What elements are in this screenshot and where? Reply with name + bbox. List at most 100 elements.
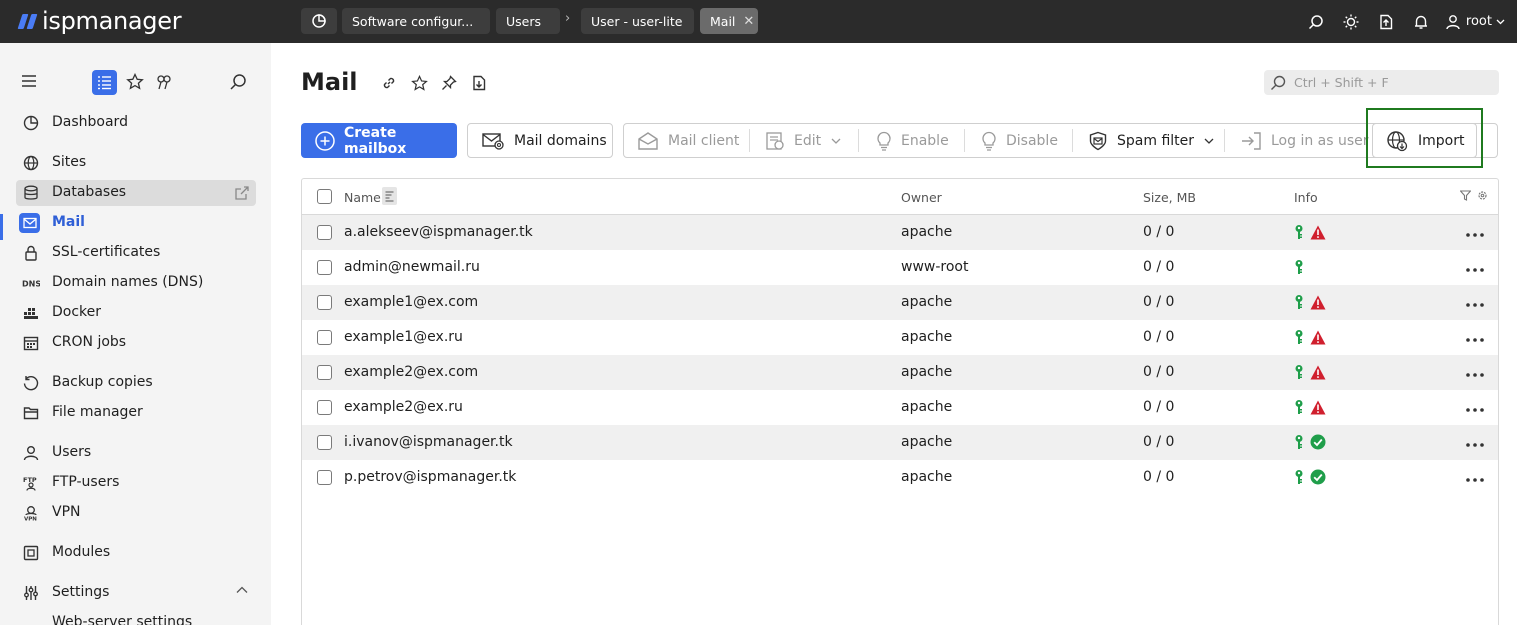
mail-client-button[interactable]: Mail client [637,124,739,157]
star-icon[interactable] [404,73,434,93]
tab-user-lite[interactable]: User - user-lite [581,8,694,34]
check-circle-icon[interactable] [1310,434,1326,450]
history-button[interactable] [301,8,337,34]
row-checkbox[interactable] [317,435,332,450]
column-header-name[interactable]: Name [344,190,381,205]
tab-users[interactable]: Users [496,8,560,34]
import-button[interactable]: Import [1372,123,1477,158]
row-checkbox[interactable] [317,260,332,275]
sidebar-item-docker[interactable]: Docker [0,300,271,326]
key-icon [1294,434,1304,450]
ispmanager-logo[interactable]: ispmanager [16,7,182,35]
sidebar-item-cron-jobs[interactable]: CRON jobs [0,330,271,356]
disable-button[interactable]: Disable [981,124,1058,157]
table-row[interactable]: example2@ex.com apache 0 / 0 [302,355,1498,390]
cell-name[interactable]: example2@ex.com [344,364,478,380]
sidebar-item-vpn[interactable]: VPN VPN [0,500,271,526]
menu-icon[interactable] [20,73,38,89]
cell-name[interactable]: i.ivanov@ispmanager.tk [344,434,513,450]
select-all-checkbox[interactable] [317,189,332,204]
sidebar-item-ftp-users[interactable]: FTP FTP-users [0,470,271,496]
cell-owner: apache [901,329,953,345]
sidebar-item-users[interactable]: Users [0,440,271,466]
bell-icon[interactable] [1404,0,1439,43]
pin-icon[interactable] [434,73,464,93]
more-options-icon[interactable] [1466,400,1484,416]
export-icon[interactable] [1369,0,1404,43]
cell-name[interactable]: a.alekseev@ispmanager.tk [344,224,533,240]
sidebar-item-backup-copies[interactable]: Backup copies [0,370,271,396]
table-row[interactable]: example1@ex.com apache 0 / 0 [302,285,1498,320]
search-icon[interactable] [229,73,247,91]
cell-name[interactable]: example1@ex.ru [344,329,463,345]
export-icon[interactable] [464,73,494,93]
sidebar-item-settings[interactable]: Settings [0,580,271,606]
chevron-up-icon[interactable] [236,586,248,594]
sidebar-item-mail[interactable]: Mail [0,210,271,236]
mail-domains-button[interactable]: Mail domains [467,123,613,158]
warning-icon[interactable] [1310,400,1326,415]
sidebar-item-dns[interactable]: DNS Domain names (DNS) [0,270,271,296]
warning-icon[interactable] [1310,330,1326,345]
close-icon[interactable]: ✕ [743,14,754,29]
pin-icon[interactable] [155,73,173,91]
enable-button[interactable]: Enable [876,124,949,157]
sidebar-item-file-manager[interactable]: File manager [0,400,271,426]
create-mailbox-button[interactable]: Create mailbox [301,123,457,158]
table-row[interactable]: example1@ex.ru apache 0 / 0 [302,320,1498,355]
row-checkbox[interactable] [317,400,332,415]
table-row[interactable]: a.alekseev@ispmanager.tk apache 0 / 0 [302,215,1498,250]
list-view-button[interactable] [92,70,117,95]
button-label: Log in as user [1271,132,1369,149]
table-row[interactable]: p.petrov@ispmanager.tk apache 0 / 0 [302,460,1498,495]
column-header-info[interactable]: Info [1294,190,1318,205]
gear-icon[interactable] [1477,190,1488,201]
global-search[interactable] [1264,70,1499,95]
external-link-icon[interactable] [234,185,250,201]
search-icon[interactable] [1299,0,1334,43]
user-menu[interactable]: root [1445,14,1505,30]
more-options-icon[interactable] [1466,225,1484,241]
warning-icon[interactable] [1310,365,1326,380]
edit-button[interactable]: Edit [765,124,841,157]
tab-mail[interactable]: Mail ✕ [700,8,758,34]
cell-name[interactable]: example2@ex.ru [344,399,463,415]
sort-icon[interactable] [382,187,397,205]
sidebar-item-databases[interactable]: Databases [16,180,256,206]
more-options-icon[interactable] [1466,330,1484,346]
row-checkbox[interactable] [317,470,332,485]
row-checkbox[interactable] [317,295,332,310]
tab-software-configuration[interactable]: Software configur... [342,8,490,34]
table-row[interactable]: i.ivanov@ispmanager.tk apache 0 / 0 [302,425,1498,460]
link-icon[interactable] [374,73,404,93]
sidebar-item-modules[interactable]: Modules [0,540,271,566]
cell-name[interactable]: p.petrov@ispmanager.tk [344,469,516,485]
table-row[interactable]: example2@ex.ru apache 0 / 0 [302,390,1498,425]
cell-name[interactable]: admin@newmail.ru [344,259,480,275]
check-circle-icon[interactable] [1310,469,1326,485]
log-in-as-user-button[interactable]: Log in as user [1240,124,1369,157]
table-row[interactable]: admin@newmail.ru www-root 0 / 0 [302,250,1498,285]
row-checkbox[interactable] [317,330,332,345]
row-checkbox[interactable] [317,225,332,240]
column-header-owner[interactable]: Owner [901,190,942,205]
warning-icon[interactable] [1310,295,1326,310]
warning-icon[interactable] [1310,225,1326,240]
sidebar-item-dashboard[interactable]: Dashboard [0,110,271,136]
sidebar-item-web-server-settings[interactable]: Web-server settings [0,610,271,625]
more-options-icon[interactable] [1466,435,1484,451]
sidebar-item-ssl-certificates[interactable]: SSL-certificates [0,240,271,266]
theme-icon[interactable] [1334,0,1369,43]
sidebar-item-sites[interactable]: Sites [0,150,271,176]
cell-name[interactable]: example1@ex.com [344,294,478,310]
more-options-icon[interactable] [1466,260,1484,276]
row-checkbox[interactable] [317,365,332,380]
filter-icon[interactable] [1460,190,1471,201]
more-options-icon[interactable] [1466,365,1484,381]
search-input[interactable] [1294,75,1484,90]
spam-filter-button[interactable]: Spam filter [1088,124,1214,157]
more-options-icon[interactable] [1466,295,1484,311]
column-header-size[interactable]: Size, MB [1143,190,1196,205]
more-options-icon[interactable] [1466,470,1484,486]
star-icon[interactable] [126,73,144,91]
